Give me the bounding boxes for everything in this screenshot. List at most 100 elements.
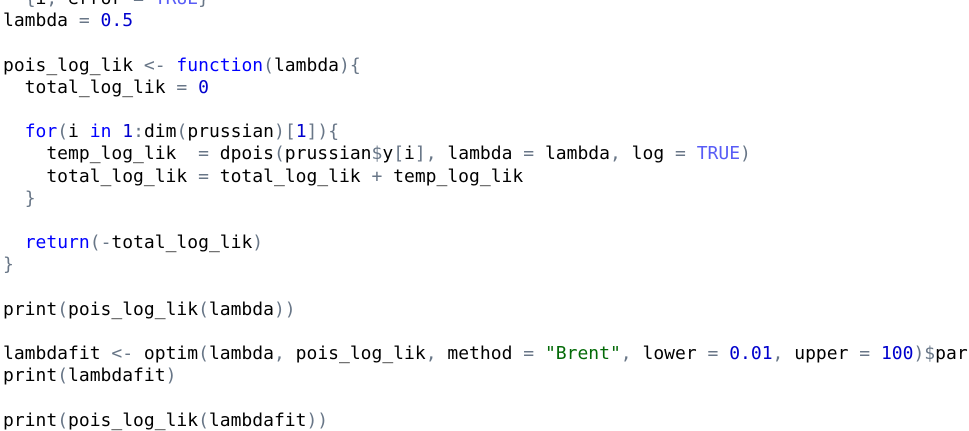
code-line[interactable]: }: [3, 188, 969, 210]
code-operator: ,: [46, 0, 57, 9]
code-text: lower: [631, 343, 708, 364]
code-operator: ,: [425, 143, 437, 165]
code-operator: =: [198, 143, 209, 165]
code-text: print: [3, 365, 58, 387]
code-text: lambda: [534, 143, 610, 165]
code-bracket: ]: [414, 143, 426, 165]
code-line[interactable]: total_log_lik = 0: [3, 77, 969, 99]
code-text: method: [436, 343, 524, 364]
code-line[interactable]: print(pois_log_lik(lambdafit)): [3, 410, 969, 431]
code-line[interactable]: print(lambdafit): [3, 365, 969, 387]
code-text: print: [3, 298, 58, 320]
code-text: pois_log_lik: [3, 54, 144, 76]
code-number: 100: [880, 343, 914, 364]
code-number: 1: [295, 121, 307, 143]
code-text: lambdafit: [208, 409, 307, 431]
code-area[interactable]: {i, error = TRUE}lambda = 0.5 pois_log_l…: [0, 0, 969, 431]
code-bracket: (: [89, 232, 101, 254]
code-line[interactable]: [3, 276, 969, 298]
code-boolean: TRUE: [696, 143, 741, 165]
code-bracket: [: [393, 143, 405, 165]
code-bracket: (: [57, 409, 69, 431]
code-text: pois_log_lik: [68, 409, 199, 431]
code-line[interactable]: [3, 32, 969, 54]
code-operator: =: [523, 143, 535, 165]
code-bracket: (: [57, 298, 69, 320]
code-text: pois_log_lik: [284, 343, 426, 364]
code-text: i: [36, 0, 47, 9]
code-text: i: [68, 121, 90, 143]
code-line[interactable]: [3, 210, 969, 232]
code-bracket: )): [306, 409, 329, 431]
code-operator: =: [859, 343, 871, 364]
code-bracket: )): [273, 298, 296, 320]
code-bracket: (: [198, 298, 209, 320]
code-text: optim: [133, 343, 199, 364]
code-text: upper: [783, 343, 860, 364]
code-operator: =: [675, 143, 686, 165]
code-bracket: (: [176, 121, 188, 143]
code-boolean: TRUE: [155, 0, 198, 9]
code-text: total_log_lik: [3, 165, 199, 187]
code-bracket: (: [263, 54, 274, 76]
code-number: 0.5: [100, 10, 134, 32]
code-line[interactable]: return(-total_log_lik): [3, 232, 969, 254]
code-line[interactable]: }: [3, 254, 969, 276]
code-text: pois_log_lik: [68, 298, 199, 320]
code-text: total_log_lik: [208, 165, 372, 187]
code-line[interactable]: [3, 387, 969, 409]
code-bracket: (: [57, 121, 69, 143]
code-bracket: (: [198, 409, 209, 431]
code-operator: +: [371, 165, 383, 187]
code-keyword: for: [24, 121, 58, 143]
code-line[interactable]: temp_log_lik = dpois(prussian$y[i], lamb…: [3, 143, 969, 165]
code-text: print: [3, 409, 58, 431]
code-number: 1: [122, 121, 134, 143]
code-editor[interactable]: {i, error = TRUE}lambda = 0.5 pois_log_l…: [0, 0, 969, 431]
code-text: lambda: [208, 343, 274, 364]
code-line[interactable]: lambdafit <- optim(lambda, pois_log_lik,…: [3, 343, 969, 365]
code-text: i: [404, 143, 415, 165]
code-bracket: ): [165, 365, 177, 387]
code-operator: =: [176, 76, 188, 98]
code-line[interactable]: {i, error = TRUE}: [3, 0, 969, 10]
code-operator: <-: [143, 54, 166, 76]
code-line[interactable]: total_log_lik = total_log_lik + temp_log…: [3, 166, 969, 188]
code-text: par: [935, 343, 968, 364]
code-text: total_log_lik: [111, 232, 253, 254]
code-text: prussian: [284, 143, 372, 165]
code-text: y: [382, 143, 394, 165]
code-bracket: {: [25, 0, 36, 9]
code-bracket: {: [328, 121, 340, 143]
code-keyword: return: [24, 232, 90, 254]
code-operator: ,: [273, 343, 285, 364]
code-line[interactable]: for(i in 1:dim(prussian)[1]){: [3, 121, 969, 143]
code-line[interactable]: [3, 321, 969, 343]
code-line[interactable]: pois_log_lik <- function(lambda){: [3, 55, 969, 77]
code-operator: =: [133, 0, 144, 9]
code-text: prussian: [187, 121, 275, 143]
code-bracket: (: [198, 343, 209, 364]
code-bracket: ): [740, 143, 751, 165]
code-text: lambdafit: [3, 343, 112, 364]
code-bracket: ): [339, 54, 350, 76]
code-operator: <-: [111, 343, 134, 364]
code-text: lambda: [208, 298, 274, 320]
code-line[interactable]: print(pois_log_lik(lambda)): [3, 299, 969, 321]
code-text: dpois: [208, 143, 274, 165]
code-line[interactable]: lambda = 0.5: [3, 10, 969, 32]
code-bracket: }: [3, 254, 14, 276]
code-operator: $: [924, 343, 936, 364]
code-bracket: ): [274, 121, 285, 143]
code-line[interactable]: [3, 99, 969, 121]
code-bracket: (: [273, 143, 285, 165]
code-text: dim: [143, 121, 177, 143]
code-operator: =: [523, 343, 535, 364]
